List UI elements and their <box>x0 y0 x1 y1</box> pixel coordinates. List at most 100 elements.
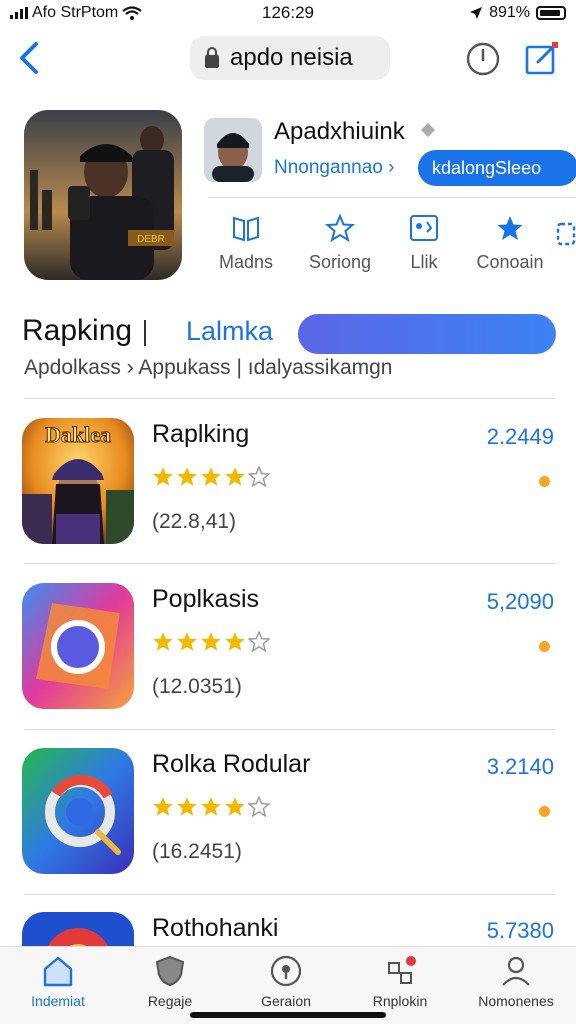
app-price[interactable]: 2.2449 <box>487 424 554 450</box>
featured-artwork-image: DEBR <box>24 110 182 280</box>
location-arrow-icon <box>470 7 483 19</box>
star-filled-icon <box>201 467 221 486</box>
divider <box>24 729 556 730</box>
tab-label: Nomonenes <box>478 993 554 1009</box>
app-price[interactable]: 5.7380 <box>487 918 554 944</box>
tab-geraion[interactable]: Geraion <box>236 955 336 1011</box>
apps-icon <box>388 956 416 984</box>
cellular-signal-icon <box>10 7 28 19</box>
app-price[interactable]: 3.2140 <box>487 754 554 780</box>
developer-name: Apadxhiuink <box>274 118 405 145</box>
developer-avatar <box>204 118 262 182</box>
wifi-icon <box>122 6 142 20</box>
tab-rnplokin[interactable]: Rnplokin <box>350 955 450 1011</box>
home-indicator <box>190 1012 386 1018</box>
back-chevron-icon[interactable] <box>14 38 46 78</box>
action-conoain-label: Conoain <box>476 252 544 272</box>
rating-stars <box>152 796 270 818</box>
book-icon <box>233 216 259 242</box>
person-icon <box>502 956 530 986</box>
star-filled-icon <box>153 632 173 651</box>
list-item[interactable]: Poplkasis (12.0351) 5,2090 <box>22 583 562 713</box>
featured-app-artwork[interactable]: DEBR <box>24 110 182 280</box>
star-outline-icon <box>248 631 270 653</box>
star-filled-icon <box>225 797 245 816</box>
hero-label: DEBR <box>137 234 165 245</box>
rating-count: (22.8,41) <box>152 510 237 533</box>
list-item[interactable]: Daklea Raplking (22.8,41) 2.2449 <box>22 418 562 548</box>
tab-lalmka[interactable]: Lalmka <box>186 316 273 347</box>
tab-label: Rnplokin <box>372 993 428 1009</box>
star-filled-icon <box>177 797 197 816</box>
app-name: Rolka Rodular <box>152 750 311 778</box>
star-filled-icon <box>497 216 523 240</box>
address-bar[interactable]: apdo neisia <box>190 36 390 80</box>
tab-label: Indemiat <box>31 993 85 1009</box>
star-filled-icon <box>177 467 197 486</box>
shield-icon <box>155 955 185 987</box>
star-filled-icon <box>201 797 221 816</box>
rating-count: (12.0351) <box>152 675 242 698</box>
star-filled-icon <box>153 797 173 816</box>
app-icon <box>22 748 134 874</box>
carrier-label: Afo StrPtom <box>32 4 119 21</box>
location-icon <box>270 955 302 987</box>
rating-count: (16.2451) <box>152 840 242 863</box>
status-bar: Afo StrPtom 126:29 891% <box>0 0 576 26</box>
divider <box>24 563 556 564</box>
status-dot <box>539 641 550 652</box>
compose-icon[interactable] <box>524 40 560 76</box>
tab-rapking[interactable]: Rapking <box>22 314 132 348</box>
action-madns[interactable]: Madns <box>210 214 282 273</box>
star-filled-icon <box>177 632 197 651</box>
list-item[interactable]: Rolka Rodular (16.2451) 3.2140 <box>22 748 562 878</box>
action-conoain[interactable]: Conoain <box>470 214 550 273</box>
app-name: Rothohanki <box>152 914 279 942</box>
star-filled-icon <box>153 467 173 486</box>
address-text: apdo neisia <box>230 44 353 71</box>
star-filled-icon <box>225 467 245 486</box>
app-name: Raplking <box>152 420 250 448</box>
divider <box>24 894 556 895</box>
divider <box>208 197 576 198</box>
developer-link[interactable]: Nnongannao › <box>274 157 394 179</box>
app-name: Poplkasis <box>152 585 259 613</box>
tab-label: Geraion <box>261 993 311 1009</box>
status-dot <box>539 806 550 817</box>
app-icon <box>22 583 134 709</box>
lock-icon <box>205 47 219 68</box>
action-soriong[interactable]: Soriong <box>304 214 376 273</box>
rating-stars <box>152 466 270 488</box>
battery-percent: 891% <box>489 4 530 21</box>
tab-separator <box>144 320 146 346</box>
tab-nomonenes[interactable]: Nomonenes <box>466 955 566 1011</box>
history-icon[interactable] <box>466 42 500 76</box>
star-outline-icon <box>248 466 270 488</box>
action-llik-label: Llik <box>410 252 438 272</box>
divider <box>24 398 556 399</box>
top-navigation: apdo neisia <box>0 28 576 90</box>
action-llik[interactable]: Llik <box>388 214 460 273</box>
tab-regaje[interactable]: Regaje <box>120 955 220 1011</box>
more-grid-icon[interactable] <box>556 220 576 248</box>
developer-action-button[interactable]: kdalongSleeo <box>418 150 576 186</box>
star-filled-icon <box>201 632 221 651</box>
breadcrumb: Apdolkass › Appukass | ıdalyassikamgn <box>24 356 393 379</box>
status-time: 126:29 <box>262 3 314 22</box>
star-filled-icon <box>225 632 245 651</box>
tab-label: Regaje <box>147 993 193 1009</box>
image-icon <box>410 215 438 241</box>
battery-icon <box>536 6 566 20</box>
status-dot <box>539 476 550 487</box>
segment-pill[interactable] <box>298 314 556 354</box>
star-outline-icon <box>248 796 270 818</box>
home-icon <box>43 956 73 987</box>
list-item[interactable]: Rothohanki 5.7380 <box>22 912 562 946</box>
verified-badge-icon <box>421 123 435 137</box>
app-icon: Daklea <box>22 418 134 544</box>
star-outline-icon <box>325 214 355 242</box>
section-tabs: Rapking Lalmka <box>22 312 562 356</box>
app-price[interactable]: 5,2090 <box>487 589 554 615</box>
rating-stars <box>152 631 270 653</box>
tab-indemiat[interactable]: Indemiat <box>8 955 108 1011</box>
